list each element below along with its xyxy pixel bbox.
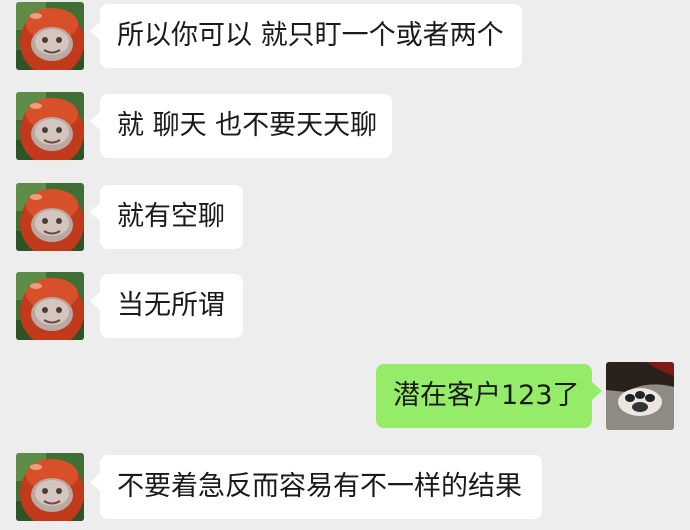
cat-paw-avatar[interactable] (606, 362, 674, 430)
incoming-message-bubble[interactable]: 就有空聊 (100, 185, 243, 249)
bubble-tail (90, 22, 100, 40)
message-row: 潜在客户123了 (0, 360, 690, 430)
incoming-message-bubble[interactable]: 所以你可以 就只盯一个或者两个 (100, 4, 522, 68)
message-row: 不要着急反而容易有不一样的结果 (0, 451, 690, 521)
bubble-tail (592, 382, 602, 400)
bubble-tail (90, 292, 100, 310)
bubble-tail (90, 112, 100, 130)
red-teletubby-avatar[interactable] (16, 272, 84, 340)
bubble-tail (90, 473, 100, 491)
message-row: 当无所谓 (0, 270, 690, 340)
red-teletubby-avatar[interactable] (16, 453, 84, 521)
bubble-tail (90, 203, 100, 221)
red-teletubby-avatar[interactable] (16, 92, 84, 160)
red-teletubby-avatar[interactable] (16, 2, 84, 70)
message-row: 就有空聊 (0, 181, 690, 251)
incoming-message-bubble[interactable]: 不要着急反而容易有不一样的结果 (100, 455, 542, 519)
incoming-message-bubble[interactable]: 当无所谓 (100, 274, 243, 338)
message-row: 就 聊天 也不要天天聊 (0, 90, 690, 160)
message-row: 所以你可以 就只盯一个或者两个 (0, 0, 690, 70)
incoming-message-bubble[interactable]: 就 聊天 也不要天天聊 (100, 94, 392, 158)
outgoing-message-bubble[interactable]: 潜在客户123了 (376, 364, 592, 428)
red-teletubby-avatar[interactable] (16, 183, 84, 251)
